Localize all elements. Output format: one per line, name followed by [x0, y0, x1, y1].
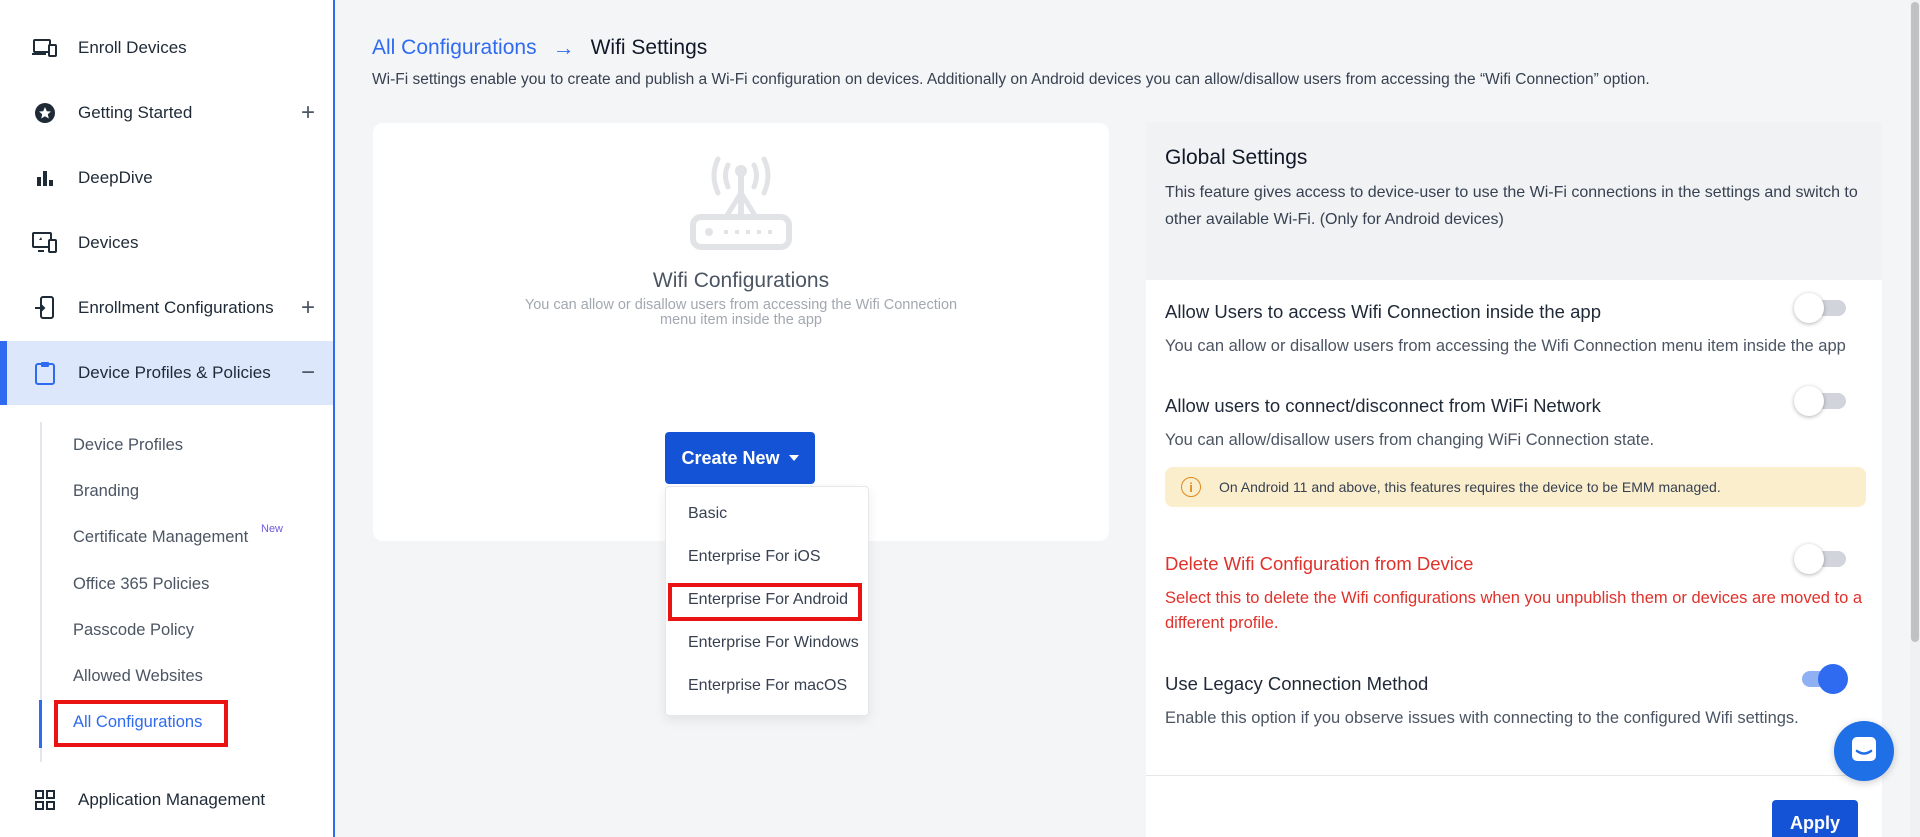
- sidebar-subitem-device-profiles[interactable]: Device Profiles: [73, 436, 183, 455]
- sidebar-item-device-profiles-policies[interactable]: Device Profiles & Policies −: [0, 341, 333, 405]
- scrollbar-thumb[interactable]: [1911, 2, 1919, 642]
- sidebar-item-label: Application Management: [78, 790, 266, 809]
- sidebar-item-devices[interactable]: Devices: [0, 211, 333, 275]
- sidebar: Enroll Devices Getting Started + DeepDiv…: [0, 0, 335, 837]
- dropdown-option-enterprise-macos[interactable]: Enterprise For macOS: [688, 677, 847, 695]
- note-text: On Android 11 and above, this features r…: [1219, 479, 1721, 495]
- sidebar-subitem-certificate-management[interactable]: Certificate Management: [73, 528, 248, 547]
- bar-chart-icon: [32, 165, 58, 191]
- dropdown-option-enterprise-ios[interactable]: Enterprise For iOS: [688, 548, 820, 566]
- setting-title: Delete Wifi Configuration from Device: [1165, 553, 1474, 574]
- dropdown-option-basic[interactable]: Basic: [688, 505, 727, 523]
- page-scrollbar[interactable]: [1910, 0, 1920, 837]
- setting-title: Allow users to connect/disconnect from W…: [1165, 395, 1601, 416]
- page-title: Wifi Settings: [590, 36, 708, 59]
- global-settings-panel: Global Settings This feature gives acces…: [1146, 122, 1882, 837]
- star-icon: [32, 100, 58, 126]
- collapse-icon[interactable]: −: [301, 359, 315, 387]
- sidebar-subitem-branding[interactable]: Branding: [73, 482, 139, 501]
- toggle-allow-wifi-access[interactable]: [1794, 293, 1848, 323]
- grid-icon: [32, 787, 58, 813]
- chat-icon: [1850, 735, 1878, 768]
- new-badge: New: [261, 523, 284, 535]
- global-settings-description: This feature gives access to device-user…: [1165, 184, 1858, 228]
- sidebar-subitem-office-365-policies[interactable]: Office 365 Policies: [73, 575, 209, 594]
- caret-down-icon: [788, 455, 799, 461]
- devices-icon: [32, 35, 58, 61]
- active-indicator: [39, 700, 42, 748]
- create-new-label: Create New: [681, 447, 780, 468]
- phone-enroll-icon: [32, 295, 58, 321]
- divider: [1146, 775, 1882, 776]
- sidebar-item-label: Getting Started: [78, 103, 193, 122]
- global-settings-title: Global Settings: [1165, 146, 1308, 169]
- toggle-delete-wifi-config[interactable]: [1794, 544, 1848, 574]
- sidebar-item-enroll-devices[interactable]: Enroll Devices: [0, 16, 333, 80]
- create-new-button[interactable]: Create New: [665, 432, 815, 484]
- highlight-box: [668, 583, 862, 621]
- sidebar-item-label: Devices: [78, 233, 139, 252]
- setting-title: Use Legacy Connection Method: [1165, 673, 1429, 694]
- global-settings-header: Global Settings This feature gives acces…: [1146, 122, 1882, 280]
- sidebar-item-deepdive[interactable]: DeepDive: [0, 146, 333, 210]
- info-icon: i: [1181, 477, 1201, 497]
- toggle-legacy-connection[interactable]: [1794, 664, 1848, 694]
- sidebar-item-label: Device Profiles & Policies: [78, 363, 271, 382]
- setting-description: Select this to delete the Wifi configura…: [1165, 589, 1863, 632]
- setting-description: You can allow/disallow users from changi…: [1165, 431, 1655, 449]
- breadcrumb-link-all-configurations[interactable]: All Configurations: [372, 36, 537, 60]
- breadcrumb: All Configurations → Wifi Settings: [372, 35, 707, 61]
- dropdown-option-enterprise-windows[interactable]: Enterprise For Windows: [688, 634, 859, 652]
- sidebar-item-enrollment-configurations[interactable]: Enrollment Configurations +: [0, 276, 333, 340]
- setting-title: Allow Users to access Wifi Connection in…: [1165, 301, 1601, 322]
- setting-description: Enable this option if you observe issues…: [1165, 709, 1799, 727]
- clipboard-icon: [32, 360, 58, 386]
- card-title: Wifi Configurations: [652, 269, 830, 292]
- sidebar-subitem-passcode-policy[interactable]: Passcode Policy: [73, 621, 194, 640]
- toggle-connect-disconnect[interactable]: [1794, 386, 1848, 416]
- sidebar-item-label: DeepDive: [78, 168, 153, 187]
- arrow-right-icon: →: [552, 35, 575, 60]
- expand-icon[interactable]: +: [301, 99, 315, 127]
- sidebar-item-label: Enrollment Configurations: [78, 298, 274, 317]
- setting-description: You can allow or disallow users from acc…: [1165, 337, 1846, 355]
- sidebar-subitem-allowed-websites[interactable]: Allowed Websites: [73, 667, 203, 686]
- chat-launcher-button[interactable]: [1834, 721, 1894, 781]
- sidebar-item-application-management[interactable]: Application Management: [0, 768, 333, 832]
- page-description: Wi-Fi settings enable you to create and …: [372, 71, 1650, 88]
- sidebar-item-label: Enroll Devices: [78, 38, 187, 57]
- android-11-note: i On Android 11 and above, this features…: [1165, 467, 1866, 507]
- expand-icon[interactable]: +: [301, 294, 315, 322]
- router-icon: [676, 153, 806, 268]
- monitor-icon: [32, 230, 58, 256]
- sidebar-item-getting-started[interactable]: Getting Started +: [0, 81, 333, 145]
- apply-button[interactable]: Apply: [1772, 800, 1858, 837]
- card-subtitle: You can allow or disallow users from acc…: [524, 297, 958, 328]
- highlight-box: [54, 700, 228, 747]
